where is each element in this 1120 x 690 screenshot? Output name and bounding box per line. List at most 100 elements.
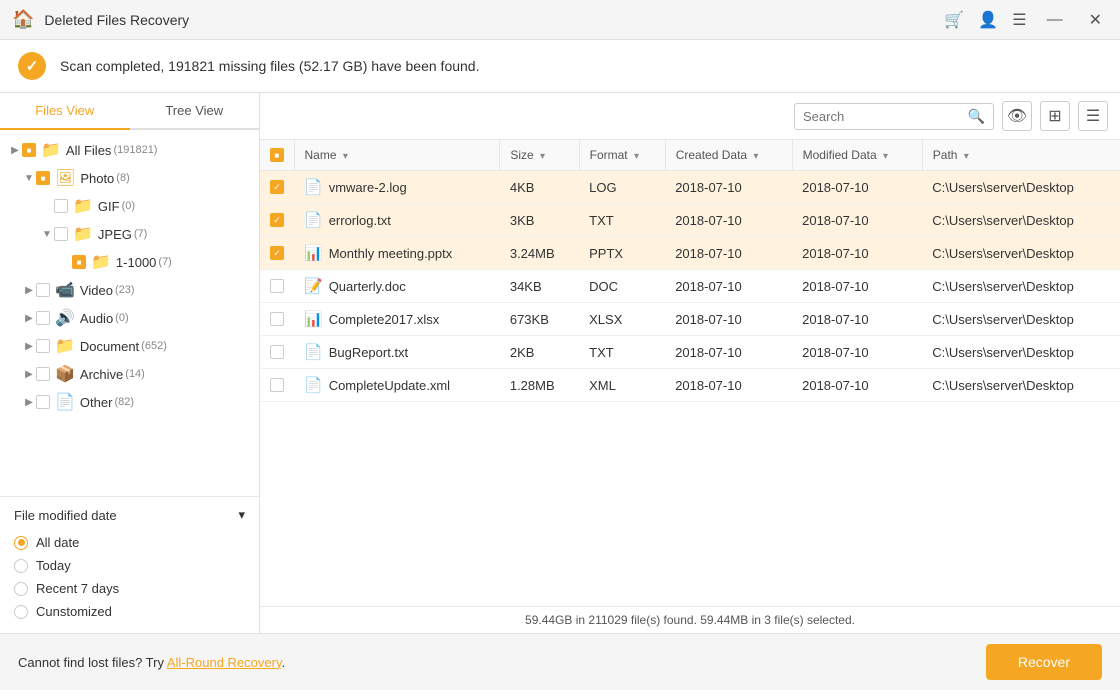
title-bar: 🏠 Deleted Files Recovery 🛒 👤 ☰ — ✕ xyxy=(0,0,1120,40)
expand-archive-icon[interactable]: ▶ xyxy=(22,369,36,380)
grid-view-button[interactable]: ⊞ xyxy=(1040,101,1070,131)
col-modified[interactable]: Modified Data ▾ xyxy=(792,140,922,171)
expand-photo-icon[interactable]: ▼ xyxy=(22,173,36,184)
minimize-button[interactable]: — xyxy=(1041,9,1069,31)
video-count: (23) xyxy=(115,284,135,296)
radio-all-date-circle[interactable] xyxy=(14,536,28,550)
checkbox-jpeg[interactable] xyxy=(54,227,68,241)
tree-item-archive[interactable]: ▶ 📦 Archive (14) xyxy=(0,360,259,388)
checkbox-video[interactable] xyxy=(36,283,50,297)
radio-all-date[interactable]: All date xyxy=(14,531,245,554)
file-type-icon-0: 📄 xyxy=(304,178,323,196)
preview-button[interactable]: 👁 xyxy=(1002,101,1032,131)
checkbox-gif[interactable] xyxy=(54,199,68,213)
radio-recent-7-circle[interactable] xyxy=(14,582,28,596)
file-type-icon-5: 📄 xyxy=(304,343,323,361)
jpeg-folder-icon: 📁 xyxy=(73,224,93,244)
search-icon[interactable]: 🔍 xyxy=(968,108,985,125)
all-files-label: All Files xyxy=(66,143,112,158)
table-row: 📄 vmware-2.log 4KB LOG 2018-07-10 2018-0… xyxy=(260,171,1120,204)
expand-audio-icon[interactable]: ▶ xyxy=(22,313,36,324)
expand-video-icon[interactable]: ▶ xyxy=(22,285,36,296)
checkbox-archive[interactable] xyxy=(36,367,50,381)
radio-customized[interactable]: Cunstomized xyxy=(14,600,245,623)
row-checkbox-0[interactable] xyxy=(270,180,284,194)
cell-created-2: 2018-07-10 xyxy=(665,237,792,270)
row-checkbox-2[interactable] xyxy=(270,246,284,260)
file-name-text-3: Quarterly.doc xyxy=(329,279,406,294)
filter-title-text: File modified date xyxy=(14,508,117,523)
radio-today[interactable]: Today xyxy=(14,554,245,577)
cell-modified-6: 2018-07-10 xyxy=(792,369,922,402)
col-path[interactable]: Path ▾ xyxy=(922,140,1120,171)
cell-modified-4: 2018-07-10 xyxy=(792,303,922,336)
jpeg-count: (7) xyxy=(134,228,147,240)
filter-title[interactable]: File modified date ▾ xyxy=(14,507,245,523)
range-count: (7) xyxy=(158,256,171,268)
main-layout: Files View Tree View ▶ 📁 All Files (1918… xyxy=(0,93,1120,633)
cell-path-2: C:\Users\server\Desktop xyxy=(922,237,1120,270)
cart-icon[interactable]: 🛒 xyxy=(944,10,964,30)
header-select-all-checkbox[interactable] xyxy=(270,148,284,162)
row-checkbox-5[interactable] xyxy=(270,345,284,359)
file-tree: ▶ 📁 All Files (191821) ▼ 🖼 Photo (8) 📁 G… xyxy=(0,130,259,496)
tree-item-document[interactable]: ▶ 📁 Document (652) xyxy=(0,332,259,360)
expand-all-icon[interactable]: ▶ xyxy=(8,145,22,156)
close-button[interactable]: ✕ xyxy=(1083,8,1108,32)
title-actions: 🛒 👤 ☰ — ✕ xyxy=(944,8,1108,32)
other-icon: 📄 xyxy=(55,392,75,412)
expand-other-icon[interactable]: ▶ xyxy=(22,397,36,408)
tree-item-other[interactable]: ▶ 📄 Other (82) xyxy=(0,388,259,416)
cell-name-2: 📊 Monthly meeting.pptx xyxy=(294,237,500,270)
checkbox-document[interactable] xyxy=(36,339,50,353)
recover-button[interactable]: Recover xyxy=(986,644,1102,680)
created-sort-icon: ▾ xyxy=(753,151,758,162)
document-count: (652) xyxy=(141,340,167,352)
cell-format-3: DOC xyxy=(579,270,665,303)
search-input[interactable] xyxy=(803,109,968,124)
jpeg-label: JPEG xyxy=(98,227,132,242)
cell-format-0: LOG xyxy=(579,171,665,204)
tree-item-all[interactable]: ▶ 📁 All Files (191821) xyxy=(0,136,259,164)
row-checkbox-1[interactable] xyxy=(270,213,284,227)
tree-item-audio[interactable]: ▶ 🔊 Audio (0) xyxy=(0,304,259,332)
tree-item-1-1000[interactable]: 📁 1-1000 (7) xyxy=(0,248,259,276)
table-row: 📝 Quarterly.doc 34KB DOC 2018-07-10 2018… xyxy=(260,270,1120,303)
tab-tree-view[interactable]: Tree View xyxy=(130,93,260,130)
tree-item-video[interactable]: ▶ 📹 Video (23) xyxy=(0,276,259,304)
table-row: 📄 CompleteUpdate.xml 1.28MB XML 2018-07-… xyxy=(260,369,1120,402)
name-sort-icon: ▾ xyxy=(343,151,348,162)
row-checkbox-4[interactable] xyxy=(270,312,284,326)
menu-icon[interactable]: ☰ xyxy=(1012,10,1026,30)
tree-item-photo[interactable]: ▼ 🖼 Photo (8) xyxy=(0,164,259,192)
all-round-recovery-link[interactable]: All-Round Recovery xyxy=(167,655,282,670)
radio-recent-7[interactable]: Recent 7 days xyxy=(14,577,245,600)
file-rows-body: 📄 vmware-2.log 4KB LOG 2018-07-10 2018-0… xyxy=(260,171,1120,402)
tab-files-view[interactable]: Files View xyxy=(0,93,130,130)
col-size[interactable]: Size ▾ xyxy=(500,140,579,171)
checkbox-other[interactable] xyxy=(36,395,50,409)
photo-label: Photo xyxy=(80,171,114,186)
row-checkbox-6[interactable] xyxy=(270,378,284,392)
radio-today-circle[interactable] xyxy=(14,559,28,573)
cell-modified-2: 2018-07-10 xyxy=(792,237,922,270)
radio-customized-circle[interactable] xyxy=(14,605,28,619)
col-name[interactable]: Name ▾ xyxy=(294,140,500,171)
checkbox-audio[interactable] xyxy=(36,311,50,325)
expand-jpeg-icon[interactable]: ▼ xyxy=(40,229,54,240)
archive-count: (14) xyxy=(125,368,145,380)
col-created[interactable]: Created Data ▾ xyxy=(665,140,792,171)
row-checkbox-3[interactable] xyxy=(270,279,284,293)
tree-item-jpeg[interactable]: ▼ 📁 JPEG (7) xyxy=(0,220,259,248)
checkbox-range[interactable] xyxy=(72,255,86,269)
checkbox-all[interactable] xyxy=(22,143,36,157)
cell-format-6: XML xyxy=(579,369,665,402)
checkbox-photo[interactable] xyxy=(36,171,50,185)
cell-format-1: TXT xyxy=(579,204,665,237)
col-format[interactable]: Format ▾ xyxy=(579,140,665,171)
expand-document-icon[interactable]: ▶ xyxy=(22,341,36,352)
user-icon[interactable]: 👤 xyxy=(978,10,998,30)
tree-item-gif[interactable]: 📁 GIF (0) xyxy=(0,192,259,220)
list-options-button[interactable]: ☰ xyxy=(1078,101,1108,131)
radio-recent-7-label: Recent 7 days xyxy=(36,581,119,596)
